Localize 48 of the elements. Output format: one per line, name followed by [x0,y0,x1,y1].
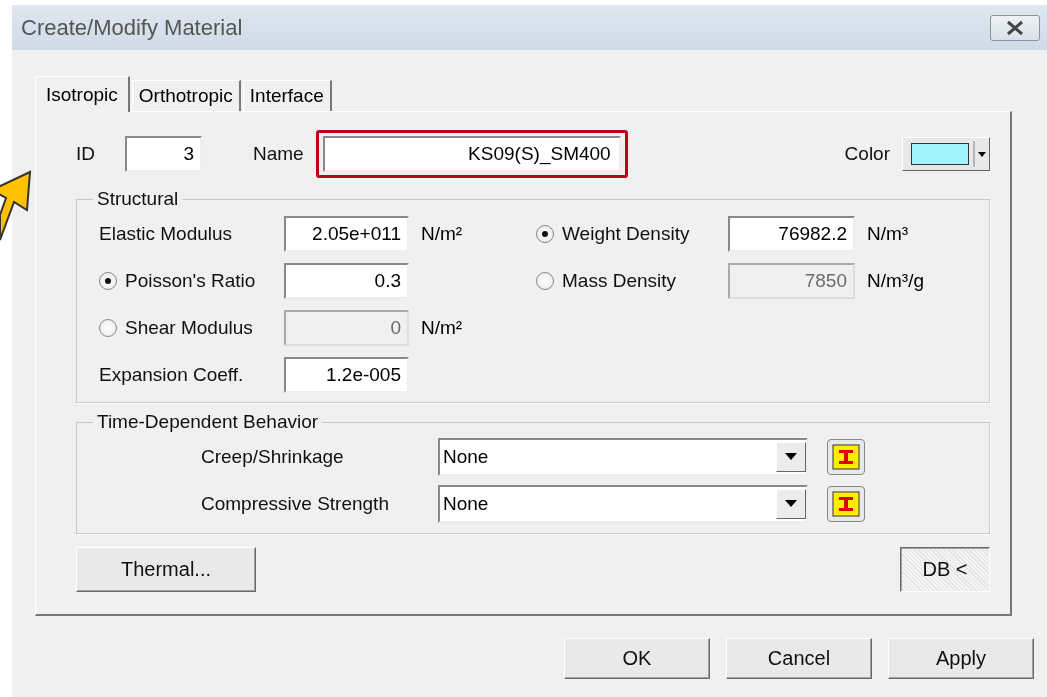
dialog-button[interactable]: Cancel [726,638,872,679]
i-beam-icon [832,443,860,470]
dropdown[interactable]: None [438,437,808,476]
field-label: Shear Modulus [125,316,253,339]
dialog-button[interactable]: OK [564,638,710,679]
caret-icon [973,141,987,167]
dropdown[interactable]: None [438,484,808,523]
id-field[interactable]: 3 [125,136,202,172]
caret-icon [785,499,797,508]
group-title: Time-Dependent Behavior [96,411,320,433]
id-label: ID [76,143,95,165]
window-title: Create/Modify Material [21,14,243,41]
dropdown-value: None [443,445,489,468]
field-label: Compressive Strength [201,492,390,515]
tab[interactable]: Orthotropic [131,80,241,111]
field-label: Expansion Coeff. [99,363,244,386]
field-label: Mass Density [562,269,677,292]
db-button[interactable]: DB < [900,547,990,592]
i-beam-icon [832,490,860,517]
thermal-button[interactable]: Thermal... [76,547,256,592]
section-button[interactable] [827,438,865,475]
unit-label: N/m² [421,316,464,339]
unit-label: N/m³ [867,222,910,245]
field-label: Weight Density [562,222,690,245]
unit-label: N/m² [421,222,464,245]
color-picker[interactable] [902,137,990,171]
dialog-button[interactable]: Apply [888,638,1034,679]
unit-label: N/m³/g [867,269,925,292]
tab[interactable]: Interface [242,80,332,111]
dropdown-value: None [443,492,489,515]
radio-button[interactable] [99,271,117,290]
close-icon [1005,19,1025,36]
section-button[interactable] [827,485,865,522]
input-field[interactable]: 76982.2 [728,215,855,252]
field-label: Poisson's Ratio [125,269,256,292]
field-label: Elastic Modulus [99,222,233,245]
field-label: Creep/Shrinkage [201,445,345,468]
color-label: Color [844,143,890,165]
name-label: Name [253,143,304,165]
group-title: Structural [96,188,180,210]
tab[interactable]: Isotropic [35,76,130,112]
close-button[interactable] [990,14,1040,41]
radio-button[interactable] [536,224,554,243]
input-field[interactable]: 1.2e-005 [284,356,409,393]
name-field[interactable]: KS09(S)_SM400 [322,136,621,172]
caret-icon [785,452,797,461]
input-field[interactable]: 0.3 [284,262,409,299]
input-field[interactable]: 2.05e+011 [284,215,409,252]
